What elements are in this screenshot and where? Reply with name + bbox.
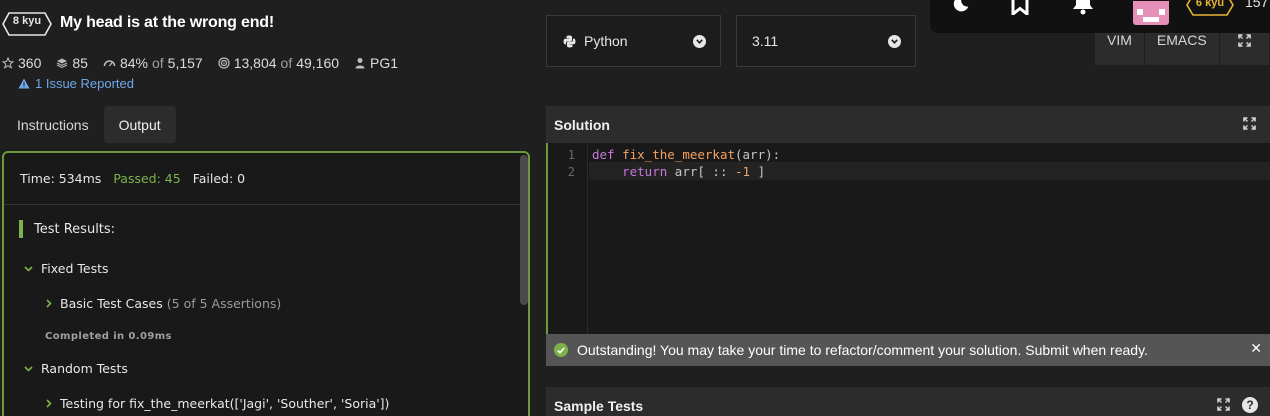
sample-tests-title: Sample Tests: [554, 397, 644, 414]
bookmark-icon[interactable]: [1006, 0, 1034, 18]
kyu-rank-badge: 8 kyu: [2, 12, 52, 36]
top-nav: 6 kyu 157: [930, 0, 1270, 33]
version-value: 3.11: [752, 33, 779, 49]
target-icon: [218, 57, 230, 69]
bell-icon[interactable]: [1069, 0, 1097, 18]
expand-icon: [1237, 33, 1251, 47]
expand-icon[interactable]: [1243, 117, 1256, 130]
chevron-right-icon: [46, 399, 52, 408]
basic-test-cases-item[interactable]: Basic Test Cases (5 of 5 Assertions): [46, 296, 281, 311]
line-number-gutter: 1 2: [548, 143, 588, 335]
gauge-icon: [103, 57, 116, 69]
code-line-2[interactable]: return arr[ :: -1 ]: [592, 164, 765, 179]
avatar[interactable]: [1133, 0, 1169, 25]
tab-instructions[interactable]: Instructions: [2, 106, 104, 143]
failed-count: Failed: 0: [192, 171, 246, 186]
language-select[interactable]: Python: [546, 15, 721, 67]
test-summary: Time: 534ms Passed: 45 Failed: 0: [4, 153, 528, 205]
chevron-right-icon: [46, 299, 52, 308]
line-number: 1: [567, 148, 575, 162]
random-test-case-item[interactable]: Testing for fix_the_meerkat(['Jagi', 'So…: [46, 396, 389, 411]
results-heading: Test Results:: [19, 220, 115, 238]
random-tests-group[interactable]: Random Tests: [24, 361, 128, 376]
kata-header: 8 kyu My head is at the wrong end!: [2, 10, 522, 40]
output-panel: Time: 534ms Passed: 45 Failed: 0 Test Re…: [2, 151, 530, 416]
tab-output[interactable]: Output: [103, 106, 176, 143]
help-icon[interactable]: ?: [1242, 397, 1258, 413]
layers-icon: [56, 57, 68, 69]
fixed-tests-group[interactable]: Fixed Tests: [24, 261, 109, 276]
close-icon[interactable]: ✕: [1250, 340, 1262, 357]
star-icon: [2, 57, 14, 69]
satisfaction-stat: 84% of 5,157: [103, 55, 203, 71]
panel-tabs: Instructions Output: [2, 106, 176, 143]
chevron-down-icon: [888, 35, 901, 48]
solution-title: Solution: [554, 116, 610, 133]
output-scrollbar[interactable]: [520, 155, 528, 305]
language-value: Python: [584, 33, 628, 49]
completed-time: Completed in 0.09ms: [45, 331, 172, 342]
code-editor[interactable]: 1 2 def fix_the_meerkat(arr): return arr…: [546, 143, 1270, 335]
honor-score: 157: [1245, 0, 1269, 10]
kata-title[interactable]: My head is at the wrong end!: [60, 14, 274, 32]
expand-icon[interactable]: [1217, 398, 1230, 411]
line-number: 2: [567, 165, 575, 179]
code-line-1[interactable]: def fix_the_meerkat(arr):: [592, 147, 780, 162]
chevron-down-icon: [24, 265, 33, 272]
time-label: Time: 534ms: [20, 171, 102, 186]
chevron-down-icon: [24, 365, 33, 372]
chevron-down-icon: [693, 35, 706, 48]
moon-icon[interactable]: [946, 0, 974, 18]
success-notice: Outstanding! You may take your time to r…: [546, 334, 1270, 366]
results-heading-bar: [19, 220, 23, 238]
user-icon: [354, 57, 366, 69]
version-select[interactable]: 3.11: [736, 15, 916, 67]
solution-header: Solution: [546, 106, 1270, 143]
user-rank-badge[interactable]: 6 kyu: [1186, 0, 1234, 16]
issues-link[interactable]: 1 Issue Reported: [18, 76, 134, 91]
notice-text: Outstanding! You may take your time to r…: [577, 342, 1148, 358]
check-circle-icon: [554, 343, 568, 357]
collections-stat: 85: [56, 55, 88, 71]
passed-count: Passed: 45: [113, 171, 181, 186]
python-icon: [563, 35, 576, 48]
sample-tests-header: Sample Tests ?: [546, 387, 1270, 416]
warning-icon: [18, 78, 30, 89]
kata-stats: 360 85 84% of 5,157 13,804 of 49,160 PG1: [2, 54, 413, 72]
stars-stat[interactable]: 360: [2, 55, 41, 71]
author-stat[interactable]: PG1: [354, 55, 398, 71]
completions-stat: 13,804 of 49,160: [218, 55, 339, 71]
